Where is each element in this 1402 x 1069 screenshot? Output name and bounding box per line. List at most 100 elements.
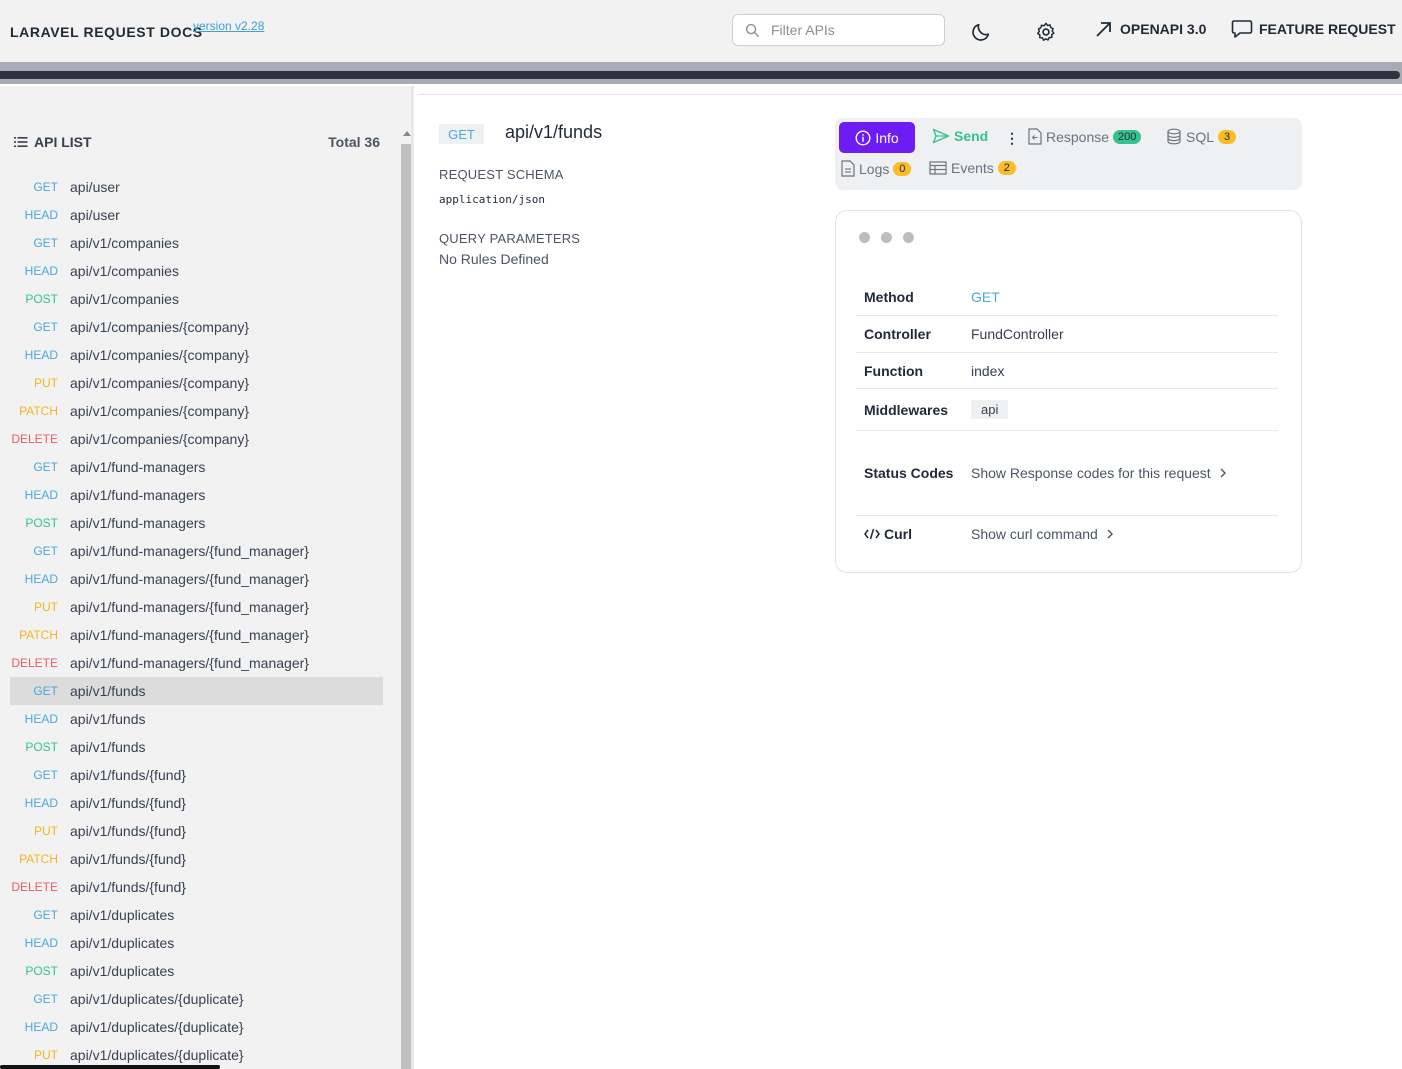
filter-apis-input[interactable] (771, 20, 936, 40)
api-path-label: api/user (70, 179, 120, 195)
api-method-label: HEAD (24, 264, 58, 278)
tab-info[interactable]: Info (839, 122, 915, 153)
api-list-item[interactable]: PUT api/v1/companies/{company} (10, 369, 383, 397)
api-list-item[interactable]: GET api/v1/funds (10, 677, 383, 705)
api-list-item[interactable]: POST api/v1/fund-managers (10, 509, 383, 537)
top-header: LARAVEL REQUEST DOCS version v2.28 OPENA… (0, 0, 1402, 62)
api-path-label: api/v1/companies (70, 291, 179, 307)
api-list-item[interactable]: HEAD api/v1/companies (10, 257, 383, 285)
api-list-item[interactable]: POST api/v1/companies (10, 285, 383, 313)
api-path-label: api/v1/funds/{fund} (70, 823, 186, 839)
tab-sql[interactable]: SQL 3 (1166, 128, 1237, 145)
version-link[interactable]: version v2.28 (193, 19, 264, 33)
tab-logs[interactable]: Logs 0 (841, 160, 912, 177)
api-method-label: HEAD (24, 712, 58, 726)
api-list-item[interactable]: PATCH api/v1/companies/{company} (10, 397, 383, 425)
chevron-right-icon (1107, 529, 1113, 539)
api-method-label: POST (25, 292, 58, 306)
api-list-item[interactable]: POST api/v1/duplicates (10, 957, 383, 985)
events-count-badge: 2 (997, 161, 1016, 175)
api-path-label: api/v1/companies (70, 263, 179, 279)
api-list-item[interactable]: GET api/user (10, 173, 383, 201)
show-curl-command-link[interactable]: Show curl command (971, 526, 1114, 542)
api-method-label: PATCH (19, 852, 58, 866)
more-options-button[interactable]: ⋮ (1005, 128, 1019, 148)
window-dot (903, 232, 914, 243)
code-icon (864, 528, 880, 540)
query-parameters-label: QUERY PARAMETERS (439, 231, 581, 246)
tab-sql-label: SQL (1186, 128, 1215, 145)
openapi-button[interactable]: OPENAPI 3.0 (1094, 15, 1206, 43)
api-list-title: API LIST (14, 134, 92, 150)
scroll-up-arrow-icon[interactable] (403, 131, 411, 136)
api-list-item[interactable]: PATCH api/v1/fund-managers/{fund_manager} (10, 621, 383, 649)
tab-events-label: Events (951, 160, 994, 176)
tab-events[interactable]: Events 2 (929, 160, 1016, 176)
info-card: Method GET Controller FundController Fun… (835, 210, 1302, 573)
api-list-item[interactable]: GET api/v1/companies/{company} (10, 313, 383, 341)
api-method-label: PUT (34, 824, 58, 838)
api-list-item[interactable]: HEAD api/v1/duplicates/{duplicate} (10, 1013, 383, 1041)
api-list-item[interactable]: DELETE api/v1/funds/{fund} (10, 873, 383, 901)
api-method-label: POST (25, 740, 58, 754)
api-list-item[interactable]: GET api/v1/duplicates (10, 901, 383, 929)
middlewares-label: Middlewares (864, 401, 949, 418)
status-codes-label: Status Codes (864, 465, 954, 481)
api-list-item[interactable]: GET api/v1/duplicates/{duplicate} (10, 985, 383, 1013)
method-value: GET (971, 288, 1000, 305)
info-row-method: Method GET (856, 278, 1278, 316)
sidebar-scrollbar-thumb[interactable] (401, 144, 411, 1069)
api-path-label: api/v1/funds (70, 683, 146, 699)
tab-logs-label: Logs (859, 160, 890, 177)
api-method-label: HEAD (24, 1020, 58, 1034)
api-path-label: api/v1/companies/{company} (70, 375, 249, 391)
api-list-item[interactable]: HEAD api/v1/fund-managers (10, 481, 383, 509)
api-list-item[interactable]: GET api/v1/fund-managers (10, 453, 383, 481)
send-icon (932, 128, 950, 144)
api-list-item[interactable]: HEAD api/v1/companies/{company} (10, 341, 383, 369)
api-sidebar: API LIST Total 36 GET api/user HEAD api/use… (0, 86, 411, 1069)
api-list-item[interactable]: DELETE api/v1/companies/{company} (10, 425, 383, 453)
info-row-curl: Curl Show curl command (856, 516, 1278, 552)
openapi-label: OPENAPI 3.0 (1120, 21, 1207, 37)
api-list-item[interactable]: GET api/v1/companies (10, 229, 383, 257)
api-list-item[interactable]: PUT api/v1/funds/{fund} (10, 817, 383, 845)
api-path-label: api/v1/fund-managers (70, 487, 206, 503)
tab-response[interactable]: Response 200 (1028, 128, 1142, 145)
method-label: Method (864, 288, 914, 305)
theme-toggle-button[interactable] (970, 18, 992, 46)
api-list-item[interactable]: PUT api/v1/fund-managers/{fund_manager} (10, 593, 383, 621)
api-list-item[interactable]: GET api/v1/funds/{fund} (10, 761, 383, 789)
chat-bubble-icon (1231, 20, 1253, 38)
info-row-middlewares: Middlewares api (856, 389, 1278, 431)
api-method-label: POST (25, 516, 58, 530)
api-list-item[interactable]: HEAD api/v1/funds (10, 705, 383, 733)
api-list-item[interactable]: HEAD api/v1/duplicates (10, 929, 383, 957)
window-dot (859, 232, 870, 243)
api-list-item[interactable]: HEAD api/v1/fund-managers/{fund_manager} (10, 565, 383, 593)
tab-send[interactable]: Send (932, 128, 988, 144)
feature-request-button[interactable]: FEATURE REQUEST (1231, 15, 1396, 43)
api-method-label: HEAD (24, 796, 58, 810)
show-response-codes-link[interactable]: Show Response codes for this request (971, 465, 1227, 481)
horizontal-scrollbar[interactable] (0, 1065, 220, 1069)
api-list-item[interactable]: POST api/v1/funds (10, 733, 383, 761)
api-list-item[interactable]: HEAD api/v1/funds/{fund} (10, 789, 383, 817)
show-curl-command-text: Show curl command (971, 526, 1098, 542)
api-path-label: api/v1/fund-managers/{fund_manager} (70, 655, 309, 671)
settings-button[interactable] (1035, 18, 1057, 46)
file-text-icon (841, 160, 855, 177)
logs-count-badge: 0 (893, 161, 912, 176)
content-type: application/json (439, 193, 545, 206)
api-method-label: GET (33, 544, 58, 558)
main-top-divider (418, 94, 1402, 95)
api-list-item[interactable]: HEAD api/user (10, 201, 383, 229)
api-list-item[interactable]: DELETE api/v1/fund-managers/{fund_manager… (10, 649, 383, 677)
curl-label-wrap: Curl (856, 526, 971, 542)
api-path-label: api/v1/duplicates (70, 963, 175, 979)
api-list-item[interactable]: GET api/v1/fund-managers/{fund_manager} (10, 537, 383, 565)
filter-search-box[interactable] (732, 14, 945, 46)
api-path-label: api/v1/fund-managers/{fund_manager} (70, 627, 309, 643)
api-path-label: api/v1/funds (70, 711, 146, 727)
api-list-item[interactable]: PATCH api/v1/funds/{fund} (10, 845, 383, 873)
